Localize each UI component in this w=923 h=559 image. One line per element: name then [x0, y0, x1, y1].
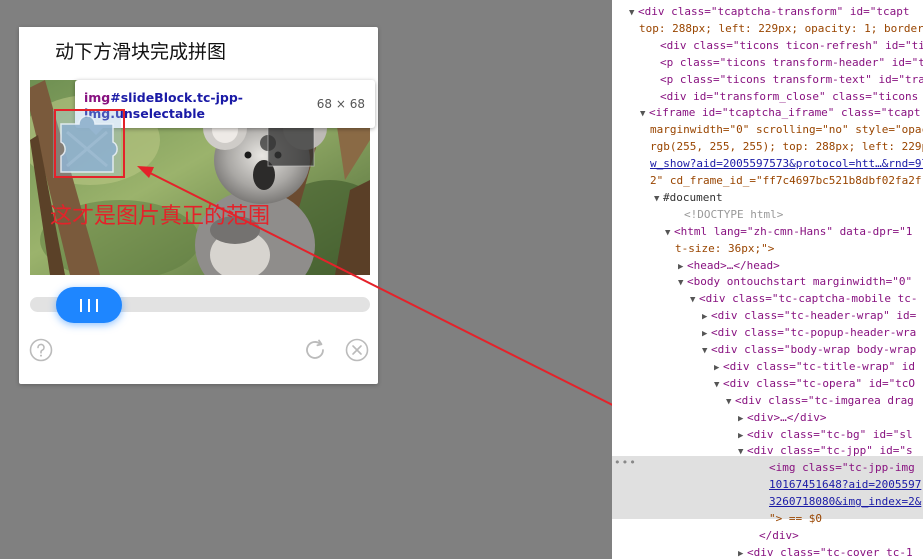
dom-tree-line[interactable]: ▶ <div class="tc-title-wrap" id [714, 358, 915, 375]
dom-tree-line[interactable]: ▶ <div class="tc-bg" id="sl [738, 426, 913, 443]
dom-tree-text: <img class="tc-jpp-img [769, 461, 915, 475]
dom-tree-text: <div class="tcaptcha-transform" id="tcap… [638, 5, 910, 18]
collapse-triangle-icon[interactable]: ▼ [665, 225, 674, 242]
dom-tree-text: 10167451648?aid=2005597 [769, 478, 922, 492]
dom-tree-text: <div class="tc-bg" id="sl [747, 427, 913, 441]
collapse-triangle-icon[interactable]: ▼ [726, 394, 735, 411]
dom-tree-line[interactable]: <p class="ticons transform-text" id="tra [660, 71, 923, 88]
dom-tree-line[interactable]: ▼ <body ontouchstart marginwidth="0" [678, 273, 912, 290]
collapse-triangle-icon[interactable]: ▼ [738, 444, 747, 461]
dom-tree-text: <div class="ticons ticon-refresh" id="ti [660, 38, 923, 52]
dom-tree-line[interactable]: ▼ <html lang="zh-cmn-Hans" data-dpr="1 [665, 223, 912, 240]
dom-tree-line[interactable]: "> == $0 [769, 510, 822, 527]
collapse-triangle-icon[interactable]: ▼ [629, 5, 638, 22]
dom-tree-line[interactable]: ▶ <div class="tc-cover tc-1 [738, 544, 913, 559]
collapse-triangle-icon[interactable]: ▼ [690, 292, 699, 309]
dom-tree-text: <div class="tc-jpp" id="s [747, 444, 913, 458]
dom-tree-text: <div class="tc-header-wrap" id= [711, 309, 917, 323]
collapse-triangle-icon[interactable]: ▼ [702, 343, 711, 360]
collapse-triangle-icon[interactable]: ▼ [654, 191, 663, 208]
node-menu-dots[interactable]: ••• [614, 456, 637, 469]
dom-tree-line[interactable]: ▼ <div class="tc-opera" id="tcO [714, 375, 915, 392]
dom-tree-line[interactable]: rgb(255, 255, 255); top: 288px; left: 22… [650, 138, 923, 155]
dom-tree-text: t-size: 36px;"> [675, 241, 775, 255]
dom-tree-line[interactable]: ▼ <div class="tcaptcha-transform" id="tca… [629, 3, 910, 20]
dom-tree-line[interactable]: </div> [759, 527, 799, 544]
dom-tree-text: <div>…</div> [747, 410, 827, 424]
dom-tree-line[interactable]: <!DOCTYPE html> [684, 206, 783, 223]
dom-tree-line[interactable]: top: 288px; left: 229px; opacity: 1; bor… [639, 20, 923, 37]
collapse-triangle-icon[interactable]: ▼ [714, 377, 723, 394]
captcha-page-area: 动下方滑块完成拼图 img#slideBlock.tc-jpp-img.unse… [0, 0, 771, 559]
dom-tree-line[interactable]: ▼ <div class="tc-imgarea drag [726, 392, 914, 409]
expand-triangle-icon[interactable]: ▶ [738, 546, 747, 559]
dom-tree-line[interactable]: ▼ <div class="tc-captcha-mobile tc- [690, 290, 918, 307]
dom-tree-text: <body ontouchstart marginwidth="0" [687, 275, 913, 289]
dom-tree-text: top: 288px; left: 229px; opacity: 1; bor… [639, 21, 923, 35]
dom-tree-text: 3260718080&img_index=2& [769, 495, 922, 509]
dom-tree-text: </div> [759, 528, 799, 542]
dom-tree-text: "> == $0 [769, 512, 822, 525]
dom-tree-line[interactable]: ▶ <head>…</head> [678, 257, 780, 274]
dom-tree-line[interactable]: ▼ <iframe id="tcaptcha_iframe" class="tca… [640, 104, 921, 121]
dom-tree-line[interactable]: ▼ #document [654, 189, 723, 206]
dom-tree-text: <div class="tc-cover tc-1 [747, 545, 913, 559]
collapse-triangle-icon[interactable]: ▼ [678, 275, 687, 292]
dom-tree-line[interactable]: ▶ <div>…</div> [738, 409, 826, 426]
dom-tree-text: <div class="tc-captcha-mobile tc- [699, 292, 918, 306]
dom-tree-line[interactable]: ▶ <div class="tc-popup-header-wra [702, 324, 916, 341]
dom-tree-text: <div id="transform_close" class="ticons [660, 89, 919, 103]
dom-tree-line[interactable]: ▶ <div class="tc-header-wrap" id= [702, 307, 916, 324]
dom-tree-line[interactable]: 3260718080&img_index=2& [769, 493, 921, 510]
dom-tree-line[interactable]: 2" cd_frame_id_="ff7c4697bc521b8dbf02fa2… [650, 172, 922, 189]
dom-tree-text: <div class="tc-imgarea drag [735, 393, 914, 407]
dom-tree-line[interactable]: <p class="ticons transform-header" id="t [660, 54, 923, 71]
dom-tree-text: <!DOCTYPE html> [684, 207, 784, 221]
dom-tree-text: <div class="tc-title-wrap" id [723, 359, 916, 373]
dom-tree-text: <iframe id="tcaptcha_iframe" class="tcap… [649, 106, 921, 120]
dom-tree-line[interactable]: t-size: 36px;"> [675, 240, 774, 257]
dom-tree-line[interactable]: marginwidth="0" scrolling="no" style="op… [650, 121, 923, 138]
dom-tree-text: <head>…</head> [687, 258, 780, 272]
dom-tree-text: <p class="ticons transform-header" id="t [660, 55, 923, 69]
dom-tree-line[interactable]: <div class="ticons ticon-refresh" id="ti [660, 37, 923, 54]
dom-tree-text: marginwidth="0" scrolling="no" style="op… [650, 123, 923, 137]
dom-tree-text: 2" cd_frame_id_="ff7c4697bc521b8dbf02fa2… [650, 174, 922, 187]
dom-tree-text: <div class="body-wrap body-wrap [711, 343, 917, 356]
dom-tree-line[interactable]: 10167451648?aid=2005597 [769, 476, 921, 493]
dom-tree-text: #document [663, 190, 723, 204]
dom-tree-line[interactable]: ▼ <div class="body-wrap body-wrap [702, 341, 916, 358]
dom-tree-text: rgb(255, 255, 255); top: 288px; left: 22… [650, 140, 923, 154]
dom-tree-text: <p class="ticons transform-text" id="tra [660, 72, 923, 86]
dom-tree-text: <div class="tc-opera" id="tcO [723, 376, 916, 390]
dom-tree-text: <div class="tc-popup-header-wra [711, 326, 917, 340]
dom-tree-line[interactable]: <img class="tc-jpp-img [769, 459, 915, 476]
dom-tree-line[interactable]: ▼ <div class="tc-jpp" id="s [738, 442, 913, 459]
dom-tree-line[interactable]: <div id="transform_close" class="ticons [660, 88, 918, 105]
devtools-elements-panel: ••• ▼ <div class="tcaptcha-transform" id=… [612, 0, 923, 559]
dom-tree-text: <html lang="zh-cmn-Hans" data-dpr="1 [674, 224, 913, 238]
collapse-triangle-icon[interactable]: ▼ [640, 106, 649, 123]
dom-tree-text: w_show?aid=2005597573&protocol=htt…&rnd=… [650, 157, 923, 171]
dom-tree-line[interactable]: w_show?aid=2005597573&protocol=htt…&rnd=… [650, 155, 923, 172]
